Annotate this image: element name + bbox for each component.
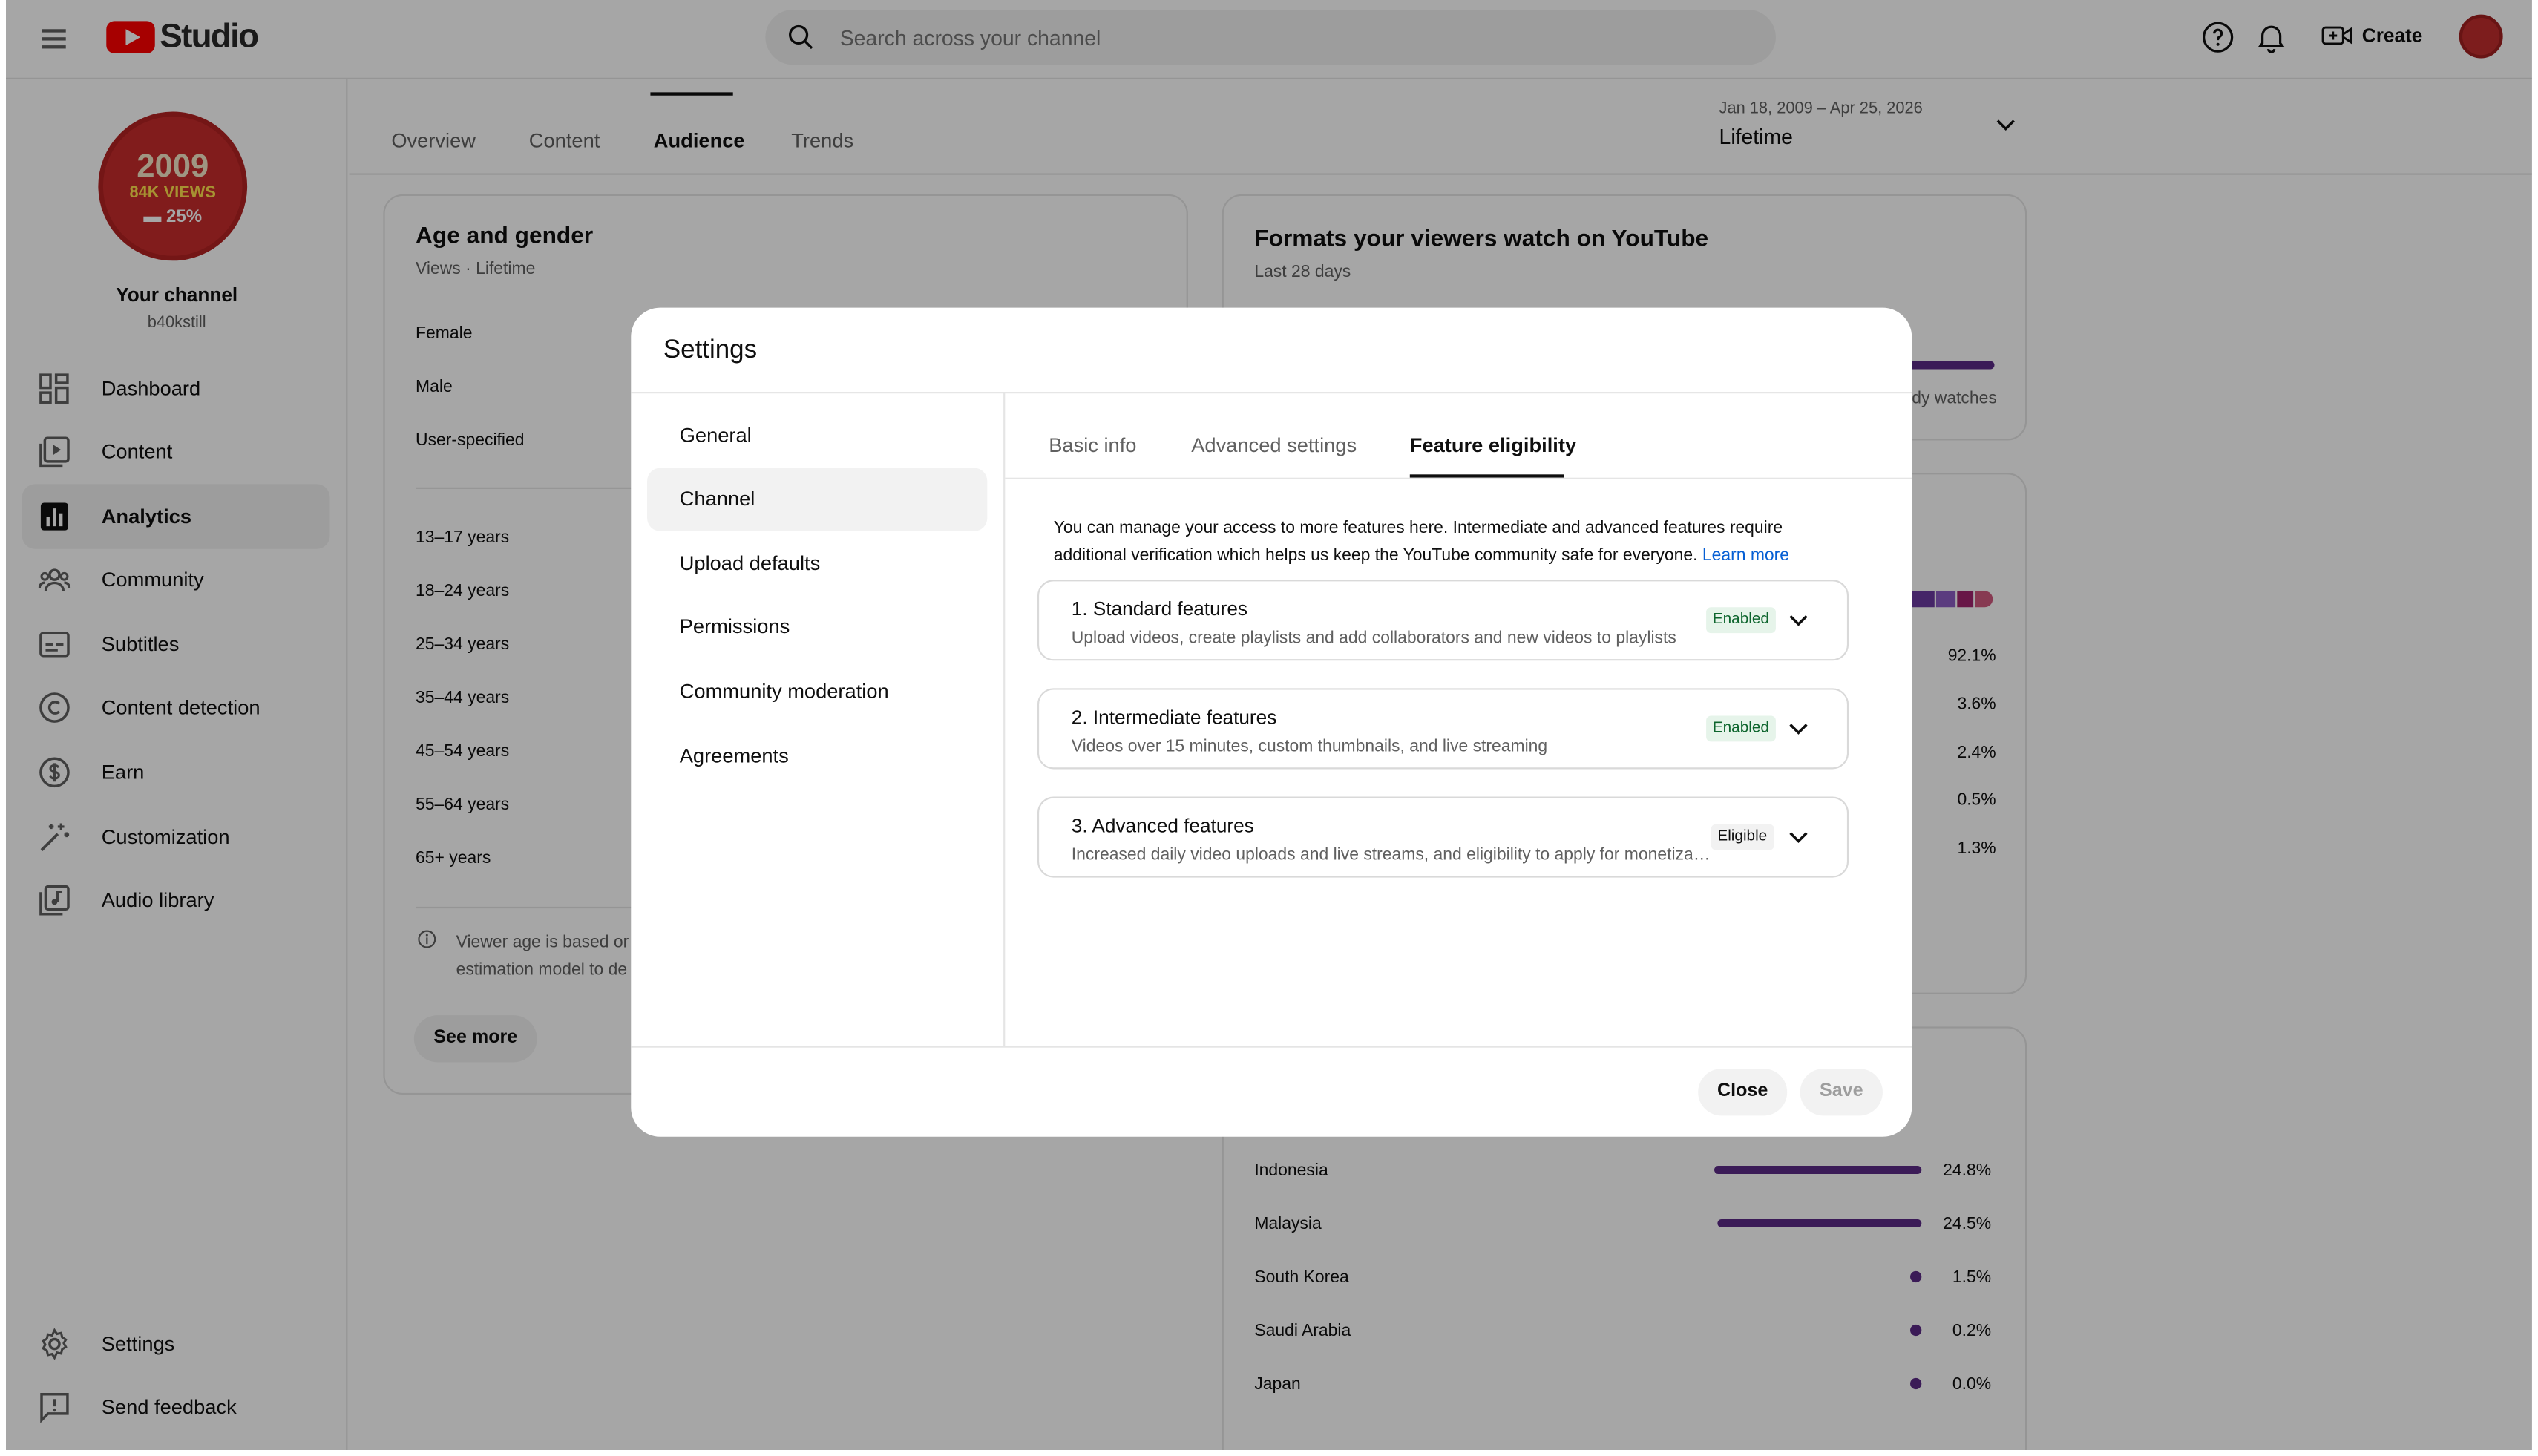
feature-card-intermediate[interactable]: 2. Intermediate features Videos over 15 … [1037,688,1849,770]
feature-subtitle: Videos over 15 minutes, custom thumbnail… [1071,736,1548,756]
settings-nav-label: Agreements [679,744,789,768]
feature-title: 1. Standard features [1071,597,1248,620]
feature-title: 3. Advanced features [1071,814,1254,838]
settings-nav-label: Channel [679,487,755,511]
divider [1003,392,1006,1046]
feature-title: 2. Intermediate features [1071,706,1277,729]
settings-nav-community-moderation[interactable]: Community moderation [647,660,987,724]
divider [631,1046,1912,1048]
tab-basic-info[interactable]: Basic info [1049,434,1136,457]
chevron-down-icon[interactable] [1787,609,1810,632]
browser-viewport: Studio Create 2009 84K VIEWS ▬ 25% Your … [6,0,2532,1450]
status-badge: Enabled [1706,715,1776,742]
settings-nav-general[interactable]: General [647,405,987,468]
settings-nav-label: Community moderation [679,680,889,703]
learn-more-link[interactable]: Learn more [1702,545,1789,564]
divider [631,392,1912,394]
settings-nav-agreements[interactable]: Agreements [647,726,987,789]
feature-eligibility-description: You can manage your access to more featu… [1054,515,1831,568]
chevron-down-icon[interactable] [1787,826,1810,849]
close-button[interactable]: Close [1698,1069,1788,1116]
feature-card-advanced[interactable]: 3. Advanced features Increased daily vid… [1037,796,1849,878]
chevron-down-icon[interactable] [1787,718,1810,741]
settings-nav-label: Upload defaults [679,552,821,575]
studio-page: Studio Create 2009 84K VIEWS ▬ 25% Your … [6,0,2532,1450]
feature-subtitle: Upload videos, create playlists and add … [1071,628,1676,648]
settings-nav-channel[interactable]: Channel [647,468,988,531]
description-text: You can manage your access to more featu… [1053,518,1783,565]
save-button[interactable]: Save [1800,1069,1883,1116]
feature-card-standard[interactable]: 1. Standard features Upload videos, crea… [1037,580,1849,661]
tab-advanced-settings[interactable]: Advanced settings [1191,434,1357,457]
settings-dialog: Settings General Channel Upload defaults… [631,307,1912,1137]
settings-nav-permissions[interactable]: Permissions [647,596,987,659]
settings-nav-label: General [679,424,752,447]
status-badge: Eligible [1711,824,1774,850]
dialog-title: Settings [663,336,758,364]
screenshot-frame: Studio Create 2009 84K VIEWS ▬ 25% Your … [0,0,2538,1456]
feature-subtitle: Increased daily video uploads and live s… [1071,845,1711,865]
settings-nav-upload-defaults[interactable]: Upload defaults [647,533,987,596]
divider [1005,477,1912,479]
settings-nav-label: Permissions [679,615,790,638]
status-badge: Enabled [1706,607,1776,634]
tab-feature-eligibility[interactable]: Feature eligibility [1410,434,1576,457]
